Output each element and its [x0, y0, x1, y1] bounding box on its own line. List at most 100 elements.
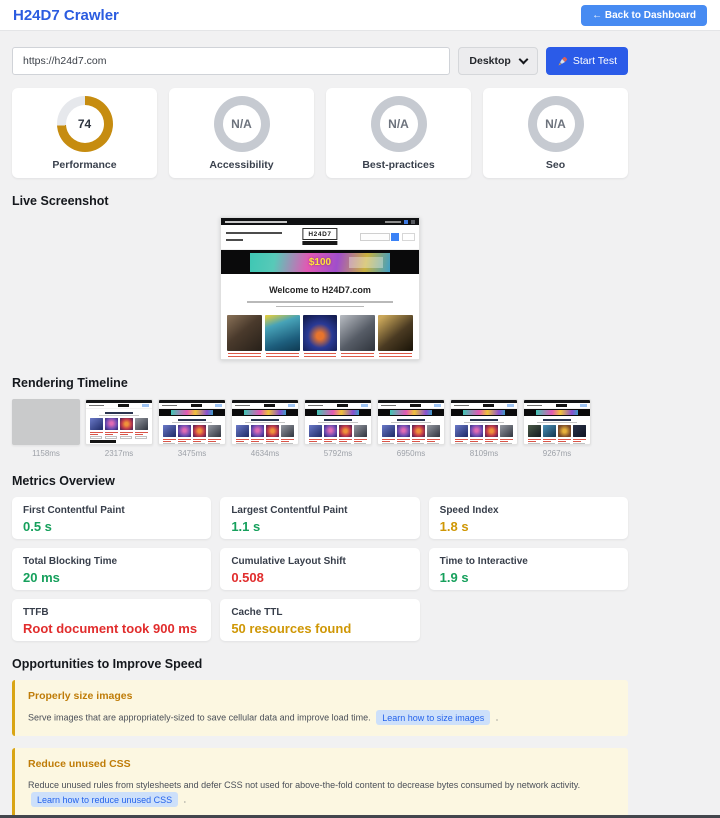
metric-card: Largest Contentful Paint 1.1 s	[220, 497, 420, 539]
test-bar: Desktop Start Test	[12, 47, 628, 75]
rocket-icon	[558, 56, 568, 65]
timeline-frame: 3475ms	[158, 399, 226, 458]
timeline-thumbnail	[158, 399, 226, 445]
metric-card: TTFB Root document took 900 ms	[12, 599, 212, 641]
score-label: Seo	[545, 158, 566, 171]
score-label: Best-practices	[362, 158, 435, 171]
timeline-frame: 5792ms	[304, 399, 372, 458]
opportunity-description: Reduce unused rules from stylesheets and…	[28, 778, 615, 808]
score-card-performance: 74 Performance	[12, 88, 157, 178]
live-screenshot-image: H24D7 $100 Welcome to H24D7.com	[220, 217, 420, 360]
score-label: Performance	[52, 158, 117, 171]
score-value: 74	[77, 116, 92, 131]
opportunity-card: Reduce unused CSS Reduce unused rules fro…	[12, 748, 628, 818]
metric-card: First Contentful Paint 0.5 s	[12, 497, 212, 539]
opportunity-description: Serve images that are appropriately-size…	[28, 710, 615, 725]
opportunities-list: Properly size images Serve images that ar…	[12, 680, 628, 818]
score-donut: 74	[56, 95, 113, 152]
opportunity-title: Properly size images	[28, 690, 133, 702]
score-cards-row: 74 Performance N/A Accessibility N/A Best-pra…	[12, 88, 628, 178]
timeline-timestamp: 5792ms	[323, 449, 353, 458]
timeline-thumbnail	[523, 399, 591, 445]
timeline-thumbnail	[85, 399, 153, 445]
timeline-thumbnail	[231, 399, 299, 445]
page-title: H24D7 Crawler	[13, 6, 119, 24]
metric-value: 50 resources found	[231, 621, 352, 636]
site-product-grid	[227, 315, 413, 359]
start-test-label: Start Test	[572, 55, 617, 67]
score-value: N/A	[231, 116, 252, 131]
metric-value: Root document took 900 ms	[23, 621, 198, 636]
metric-card: Total Blocking Time 20 ms	[12, 548, 212, 590]
timeline-thumbnail	[304, 399, 372, 445]
metric-label: Speed Index	[439, 505, 499, 516]
device-select-value: Desktop	[469, 55, 511, 67]
metric-value: 0.508	[231, 570, 264, 585]
timeline-timestamp: 9267ms	[542, 449, 572, 458]
score-card-seo: N/A Seo	[483, 88, 628, 178]
timeline-timestamp: 2317ms	[104, 449, 134, 458]
timeline-frame: 8109ms	[450, 399, 518, 458]
opportunity-title: Reduce unused CSS	[28, 758, 131, 770]
score-card-accessibility: N/A Accessibility	[169, 88, 314, 178]
back-to-dashboard-button[interactable]: ← Back to Dashboard	[581, 4, 707, 26]
metric-card: Time to Interactive 1.9 s	[428, 548, 628, 590]
score-donut: N/A	[370, 95, 427, 152]
site-search-icon	[391, 233, 399, 241]
metric-card: Cumulative Layout Shift 0.508	[220, 548, 420, 590]
learn-how-link[interactable]: Learn how to size images	[376, 710, 491, 725]
metrics-grid: First Contentful Paint 0.5 s Largest Conte…	[12, 497, 628, 641]
metric-label: TTFB	[23, 607, 49, 618]
metric-label: Time to Interactive	[439, 556, 528, 567]
start-test-button[interactable]: Start Test	[545, 47, 628, 75]
timeline-frame: 9267ms	[523, 399, 591, 458]
metric-label: Cumulative Layout Shift	[231, 556, 346, 567]
site-logo: H24D7	[302, 228, 338, 245]
metric-value: 0.5 s	[23, 519, 52, 534]
metric-label: Largest Contentful Paint	[231, 505, 348, 516]
metric-label: Cache TTL	[231, 607, 283, 618]
site-topbar	[221, 218, 419, 225]
device-select[interactable]: Desktop	[458, 47, 538, 75]
metric-value: 1.9 s	[439, 570, 469, 585]
main-content: Desktop Start Test 74 Performance N/A Acces…	[0, 31, 640, 818]
metric-label: Total Blocking Time	[23, 556, 118, 567]
site-search	[360, 233, 415, 241]
site-body: Welcome to H24D7.com	[221, 274, 419, 359]
timeline-timestamp: 1158ms	[32, 449, 60, 458]
opportunity-card: Properly size images Serve images that ar…	[12, 680, 628, 736]
timeline-timestamp: 8109ms	[469, 449, 499, 458]
site-ad-banner: $100	[221, 250, 419, 274]
timeline-timestamp: 4634ms	[250, 449, 280, 458]
timeline-timestamp: 6950ms	[396, 449, 426, 458]
timeline-thumbnail	[450, 399, 518, 445]
score-donut: N/A	[527, 95, 584, 152]
metrics-overview-heading: Metrics Overview	[12, 474, 115, 488]
score-card-best-practices: N/A Best-practices	[326, 88, 471, 178]
metric-label: First Contentful Paint	[23, 505, 125, 516]
url-input[interactable]	[12, 47, 451, 75]
opportunities-heading: Opportunities to Improve Speed	[12, 657, 203, 671]
learn-how-link[interactable]: Learn how to reduce unused CSS	[31, 792, 179, 808]
timeline-frame: 4634ms	[231, 399, 299, 458]
timeline-frame: 2317ms	[85, 399, 153, 458]
timeline-thumbnail	[377, 399, 445, 445]
score-donut: N/A	[213, 95, 270, 152]
score-value: N/A	[388, 116, 409, 131]
metric-value: 20 ms	[23, 570, 60, 585]
chevron-down-icon	[518, 54, 529, 64]
score-value: N/A	[545, 116, 566, 131]
timeline-timestamp: 3475ms	[177, 449, 207, 458]
metric-card: Speed Index 1.8 s	[428, 497, 628, 539]
metric-card: Cache TTL 50 resources found	[220, 599, 420, 641]
timeline-frame: 6950ms	[377, 399, 445, 458]
site-navbar: H24D7	[221, 225, 419, 250]
metric-value: 1.8 s	[439, 519, 469, 534]
site-banner-text: $100	[308, 256, 332, 268]
live-screenshot-wrap: H24D7 $100 Welcome to H24D7.com	[12, 217, 628, 360]
rendering-timeline-row: 1158ms 2317ms 3475ms 4634ms 5792ms 6950ms 8109…	[12, 399, 652, 458]
live-screenshot-heading: Live Screenshot	[12, 194, 109, 208]
rendering-timeline-heading: Rendering Timeline	[12, 376, 128, 390]
app-header: H24D7 Crawler ← Back to Dashboard	[0, 0, 720, 31]
timeline-frame: 1158ms	[12, 399, 80, 458]
